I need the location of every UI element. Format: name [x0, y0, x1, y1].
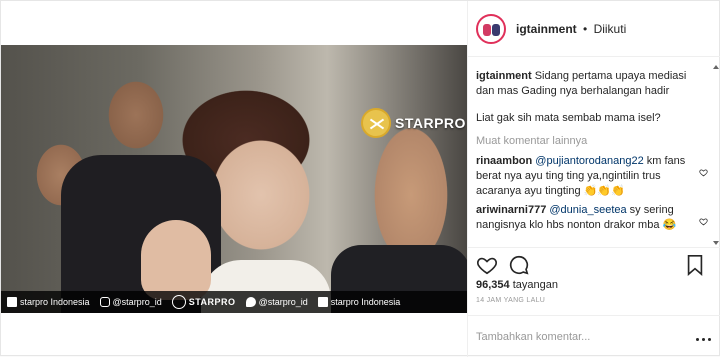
social-facebook-text: starpro Indonesia: [20, 297, 90, 307]
social-brand-text: STARPRO: [188, 297, 236, 307]
list-item: ariwinarni777 @dunia_seetea sy sering na…: [476, 203, 708, 233]
social-brand: STARPRO: [171, 295, 236, 309]
more-options-icon[interactable]: [696, 338, 712, 348]
heart-icon[interactable]: [699, 217, 708, 226]
video-watermark: STARPRO: [361, 105, 467, 141]
social-youtube-text: starpro Indonesia: [330, 297, 401, 307]
post-card: STARPRO starpro Indonesia @starpro_id ST…: [0, 0, 720, 357]
comment-bubble-icon[interactable]: [508, 254, 530, 276]
view-count[interactable]: 96,354 tayangan: [476, 279, 558, 291]
post-sidebar: igtainment • Diikuti igtainment Sidang p…: [467, 1, 720, 357]
like-heart-icon[interactable]: [476, 254, 498, 276]
watermark-text: STARPRO: [395, 115, 466, 131]
comment-mention[interactable]: @dunia_seetea: [549, 204, 626, 216]
comment-mention[interactable]: @pujiantorodanang22: [535, 155, 643, 167]
instagram-icon: [99, 297, 110, 307]
load-more-comments-button[interactable]: Muat komentar lainnya: [476, 135, 706, 147]
social-instagram: @starpro_id: [99, 297, 162, 307]
comment-username[interactable]: rinaambon: [476, 155, 532, 167]
youtube-icon: [317, 297, 328, 307]
video-player[interactable]: STARPRO starpro Indonesia @starpro_id ST…: [1, 45, 467, 313]
avatar[interactable]: [476, 13, 506, 44]
caption-username[interactable]: igtainment: [476, 70, 532, 82]
comment-username[interactable]: ariwinarni777: [476, 204, 546, 216]
action-bar: [468, 247, 720, 281]
video-hand: [141, 220, 211, 300]
social-twitter: @starpro_id: [245, 297, 308, 307]
header-separator: •: [583, 21, 588, 36]
social-twitter-text: @starpro_id: [258, 297, 308, 307]
facebook-icon: [7, 297, 17, 307]
view-count-label: tayangan: [512, 279, 558, 291]
bookmark-icon[interactable]: [686, 254, 704, 276]
social-instagram-text: @starpro_id: [112, 297, 162, 307]
header-text: igtainment • Diikuti: [516, 22, 626, 36]
social-facebook: starpro Indonesia: [7, 297, 90, 307]
video-social-bar: starpro Indonesia @starpro_id STARPRO @s…: [1, 291, 467, 313]
post-header: igtainment • Diikuti: [468, 1, 720, 57]
comment-scrollbar[interactable]: [713, 65, 719, 245]
twitter-icon: [245, 297, 256, 307]
follow-status-button[interactable]: Diikuti: [594, 22, 627, 36]
add-comment-row: [468, 315, 720, 357]
caption-text-2: Liat gak sih mata sembab mama isel?: [476, 112, 661, 124]
starpro-logo-icon: [171, 295, 186, 309]
list-item: rinaambon @pujiantorodanang22 km fans be…: [476, 154, 708, 199]
view-count-number: 96,354: [476, 279, 510, 291]
post-timestamp[interactable]: 14 JAM YANG LALU: [476, 297, 545, 304]
heart-icon[interactable]: [699, 168, 708, 177]
header-username[interactable]: igtainment: [516, 22, 577, 36]
comment-list[interactable]: igtainment Sidang pertama upaya mediasi …: [468, 63, 720, 245]
caption: igtainment Sidang pertama upaya mediasi …: [476, 69, 706, 126]
scroll-down-icon[interactable]: [713, 241, 719, 245]
scroll-up-icon[interactable]: [713, 65, 719, 69]
add-comment-input[interactable]: [476, 330, 676, 343]
social-youtube: starpro Indonesia: [317, 297, 401, 307]
starpro-logo-icon: [361, 108, 391, 138]
